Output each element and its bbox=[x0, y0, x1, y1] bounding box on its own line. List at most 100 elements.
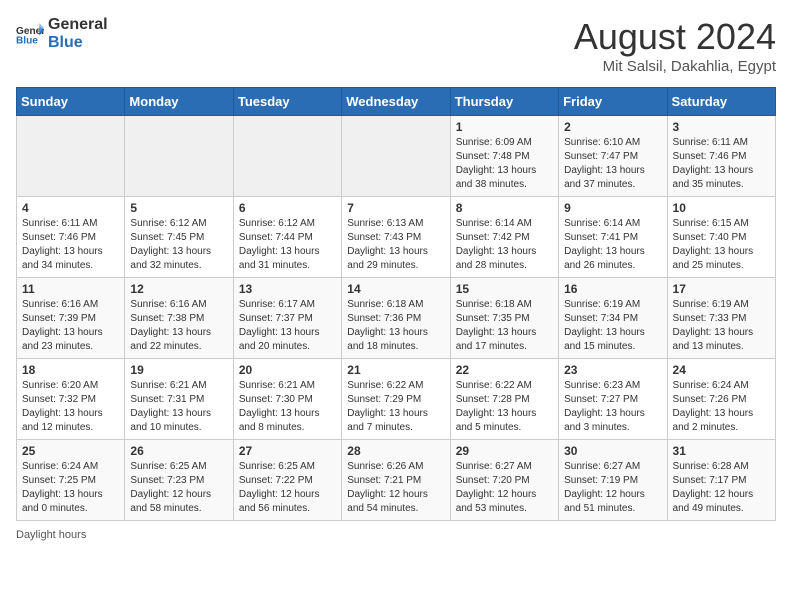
day-number: 28 bbox=[347, 444, 444, 458]
calendar-cell: 18 Sunrise: 6:20 AM Sunset: 7:32 PM Dayli… bbox=[17, 359, 125, 440]
calendar-cell: 26Sunrise: 6:25 AM Sunset: 7:23 PM Dayli… bbox=[125, 440, 233, 521]
calendar-cell: 28 Sunrise: 6:26 AM Sunset: 7:21 PM Dayli… bbox=[342, 440, 450, 521]
calendar-cell: 12 Sunrise: 6:16 AM Sunset: 7:38 PM Dayli… bbox=[125, 278, 233, 359]
day-number: 26 bbox=[130, 444, 227, 458]
svg-text:Blue: Blue bbox=[16, 35, 38, 45]
calendar-cell: 25Sunrise: 6:24 AM Sunset: 7:25 PM Dayli… bbox=[17, 440, 125, 521]
day-number: 24 bbox=[673, 363, 770, 377]
day-info: Sunrise: 6:11 AM Sunset: 7:46 PM Dayligh… bbox=[22, 218, 103, 271]
calendar-cell: 3Sunrise: 6:11 AM Sunset: 7:46 PM Daylig… bbox=[667, 116, 775, 197]
day-number: 18 bbox=[22, 363, 119, 377]
calendar-body: 1 Sunrise: 6:09 AM Sunset: 7:48 PM Daylig… bbox=[17, 116, 776, 521]
calendar-cell: 27Sunrise: 6:25 AM Sunset: 7:22 PM Dayli… bbox=[233, 440, 341, 521]
day-info: Sunrise: 6:19 AM Sunset: 7:33 PM Dayligh… bbox=[673, 299, 754, 352]
day-number: 31 bbox=[673, 444, 770, 458]
day-info: Sunrise: 6:22 AM Sunset: 7:28 PM Dayligh… bbox=[456, 380, 537, 433]
day-number: 7 bbox=[347, 201, 444, 215]
calendar-week-row: 1 Sunrise: 6:09 AM Sunset: 7:48 PM Daylig… bbox=[17, 116, 776, 197]
day-info: Sunrise: 6:28 AM Sunset: 7:17 PM Dayligh… bbox=[673, 461, 754, 514]
day-info: Sunrise: 6:18 AM Sunset: 7:36 PM Dayligh… bbox=[347, 299, 428, 352]
calendar-cell: 1 Sunrise: 6:09 AM Sunset: 7:48 PM Daylig… bbox=[450, 116, 558, 197]
calendar-cell: 23 Sunrise: 6:23 AM Sunset: 7:27 PM Dayli… bbox=[559, 359, 667, 440]
day-info: Sunrise: 6:15 AM Sunset: 7:40 PM Dayligh… bbox=[673, 218, 754, 271]
day-number: 6 bbox=[239, 201, 336, 215]
day-number: 11 bbox=[22, 282, 119, 296]
header: General Blue General Blue August 2024 Mi… bbox=[16, 16, 776, 75]
calendar-cell: 6 Sunrise: 6:12 AM Sunset: 7:44 PM Daylig… bbox=[233, 197, 341, 278]
calendar-cell bbox=[342, 116, 450, 197]
day-number: 19 bbox=[130, 363, 227, 377]
title-area: August 2024 Mit Salsil, Dakahlia, Egypt bbox=[574, 16, 776, 75]
calendar-cell: 8Sunrise: 6:14 AM Sunset: 7:42 PM Daylig… bbox=[450, 197, 558, 278]
calendar-cell: 5 Sunrise: 6:12 AM Sunset: 7:45 PM Daylig… bbox=[125, 197, 233, 278]
calendar-cell: 13Sunrise: 6:17 AM Sunset: 7:37 PM Dayli… bbox=[233, 278, 341, 359]
calendar-cell bbox=[17, 116, 125, 197]
day-header-thursday: Thursday bbox=[450, 88, 558, 116]
calendar-table: SundayMondayTuesdayWednesdayThursdayFrid… bbox=[16, 87, 776, 521]
day-number: 27 bbox=[239, 444, 336, 458]
day-info: Sunrise: 6:16 AM Sunset: 7:39 PM Dayligh… bbox=[22, 299, 103, 352]
calendar-cell: 10Sunrise: 6:15 AM Sunset: 7:40 PM Dayli… bbox=[667, 197, 775, 278]
day-number: 14 bbox=[347, 282, 444, 296]
calendar-cell: 30Sunrise: 6:27 AM Sunset: 7:19 PM Dayli… bbox=[559, 440, 667, 521]
calendar-week-row: 4 Sunrise: 6:11 AM Sunset: 7:46 PM Daylig… bbox=[17, 197, 776, 278]
day-number: 30 bbox=[564, 444, 661, 458]
day-number: 4 bbox=[22, 201, 119, 215]
logo: General Blue General Blue bbox=[16, 16, 108, 51]
calendar-cell: 2 Sunrise: 6:10 AM Sunset: 7:47 PM Daylig… bbox=[559, 116, 667, 197]
calendar-week-row: 25Sunrise: 6:24 AM Sunset: 7:25 PM Dayli… bbox=[17, 440, 776, 521]
calendar-cell: 15 Sunrise: 6:18 AM Sunset: 7:35 PM Dayli… bbox=[450, 278, 558, 359]
day-number: 23 bbox=[564, 363, 661, 377]
day-number: 1 bbox=[456, 120, 553, 134]
calendar-cell: 22 Sunrise: 6:22 AM Sunset: 7:28 PM Dayli… bbox=[450, 359, 558, 440]
calendar-cell: 24 Sunrise: 6:24 AM Sunset: 7:26 PM Dayli… bbox=[667, 359, 775, 440]
day-info: Sunrise: 6:27 AM Sunset: 7:20 PM Dayligh… bbox=[456, 461, 537, 514]
page-title: August 2024 bbox=[574, 16, 776, 58]
day-number: 2 bbox=[564, 120, 661, 134]
logo-general-text: General bbox=[48, 16, 108, 34]
day-header-friday: Friday bbox=[559, 88, 667, 116]
day-number: 22 bbox=[456, 363, 553, 377]
calendar-cell: 20Sunrise: 6:21 AM Sunset: 7:30 PM Dayli… bbox=[233, 359, 341, 440]
day-info: Sunrise: 6:22 AM Sunset: 7:29 PM Dayligh… bbox=[347, 380, 428, 433]
calendar-cell: 4 Sunrise: 6:11 AM Sunset: 7:46 PM Daylig… bbox=[17, 197, 125, 278]
calendar-cell: 17 Sunrise: 6:19 AM Sunset: 7:33 PM Dayli… bbox=[667, 278, 775, 359]
day-header-sunday: Sunday bbox=[17, 88, 125, 116]
day-info: Sunrise: 6:16 AM Sunset: 7:38 PM Dayligh… bbox=[130, 299, 211, 352]
day-info: Sunrise: 6:19 AM Sunset: 7:34 PM Dayligh… bbox=[564, 299, 645, 352]
calendar-cell bbox=[125, 116, 233, 197]
location-subtitle: Mit Salsil, Dakahlia, Egypt bbox=[574, 58, 776, 75]
day-info: Sunrise: 6:26 AM Sunset: 7:21 PM Dayligh… bbox=[347, 461, 428, 514]
day-number: 13 bbox=[239, 282, 336, 296]
footer-note: Daylight hours bbox=[16, 529, 776, 541]
day-info: Sunrise: 6:20 AM Sunset: 7:32 PM Dayligh… bbox=[22, 380, 103, 433]
day-number: 29 bbox=[456, 444, 553, 458]
day-header-tuesday: Tuesday bbox=[233, 88, 341, 116]
day-info: Sunrise: 6:10 AM Sunset: 7:47 PM Dayligh… bbox=[564, 137, 645, 190]
day-number: 9 bbox=[564, 201, 661, 215]
day-number: 5 bbox=[130, 201, 227, 215]
day-info: Sunrise: 6:12 AM Sunset: 7:45 PM Dayligh… bbox=[130, 218, 211, 271]
day-info: Sunrise: 6:21 AM Sunset: 7:31 PM Dayligh… bbox=[130, 380, 211, 433]
calendar-cell: 11 Sunrise: 6:16 AM Sunset: 7:39 PM Dayli… bbox=[17, 278, 125, 359]
day-number: 25 bbox=[22, 444, 119, 458]
day-number: 16 bbox=[564, 282, 661, 296]
day-number: 17 bbox=[673, 282, 770, 296]
day-info: Sunrise: 6:12 AM Sunset: 7:44 PM Dayligh… bbox=[239, 218, 320, 271]
calendar-cell: 21 Sunrise: 6:22 AM Sunset: 7:29 PM Dayli… bbox=[342, 359, 450, 440]
day-number: 20 bbox=[239, 363, 336, 377]
day-number: 12 bbox=[130, 282, 227, 296]
day-header-monday: Monday bbox=[125, 88, 233, 116]
day-number: 21 bbox=[347, 363, 444, 377]
day-info: Sunrise: 6:24 AM Sunset: 7:26 PM Dayligh… bbox=[673, 380, 754, 433]
day-info: Sunrise: 6:14 AM Sunset: 7:42 PM Dayligh… bbox=[456, 218, 537, 271]
day-info: Sunrise: 6:18 AM Sunset: 7:35 PM Dayligh… bbox=[456, 299, 537, 352]
calendar-cell: 9Sunrise: 6:14 AM Sunset: 7:41 PM Daylig… bbox=[559, 197, 667, 278]
calendar-week-row: 11 Sunrise: 6:16 AM Sunset: 7:39 PM Dayli… bbox=[17, 278, 776, 359]
day-number: 3 bbox=[673, 120, 770, 134]
calendar-cell: 19 Sunrise: 6:21 AM Sunset: 7:31 PM Dayli… bbox=[125, 359, 233, 440]
calendar-cell: 31 Sunrise: 6:28 AM Sunset: 7:17 PM Dayli… bbox=[667, 440, 775, 521]
day-number: 15 bbox=[456, 282, 553, 296]
day-info: Sunrise: 6:23 AM Sunset: 7:27 PM Dayligh… bbox=[564, 380, 645, 433]
day-info: Sunrise: 6:09 AM Sunset: 7:48 PM Dayligh… bbox=[456, 137, 537, 190]
